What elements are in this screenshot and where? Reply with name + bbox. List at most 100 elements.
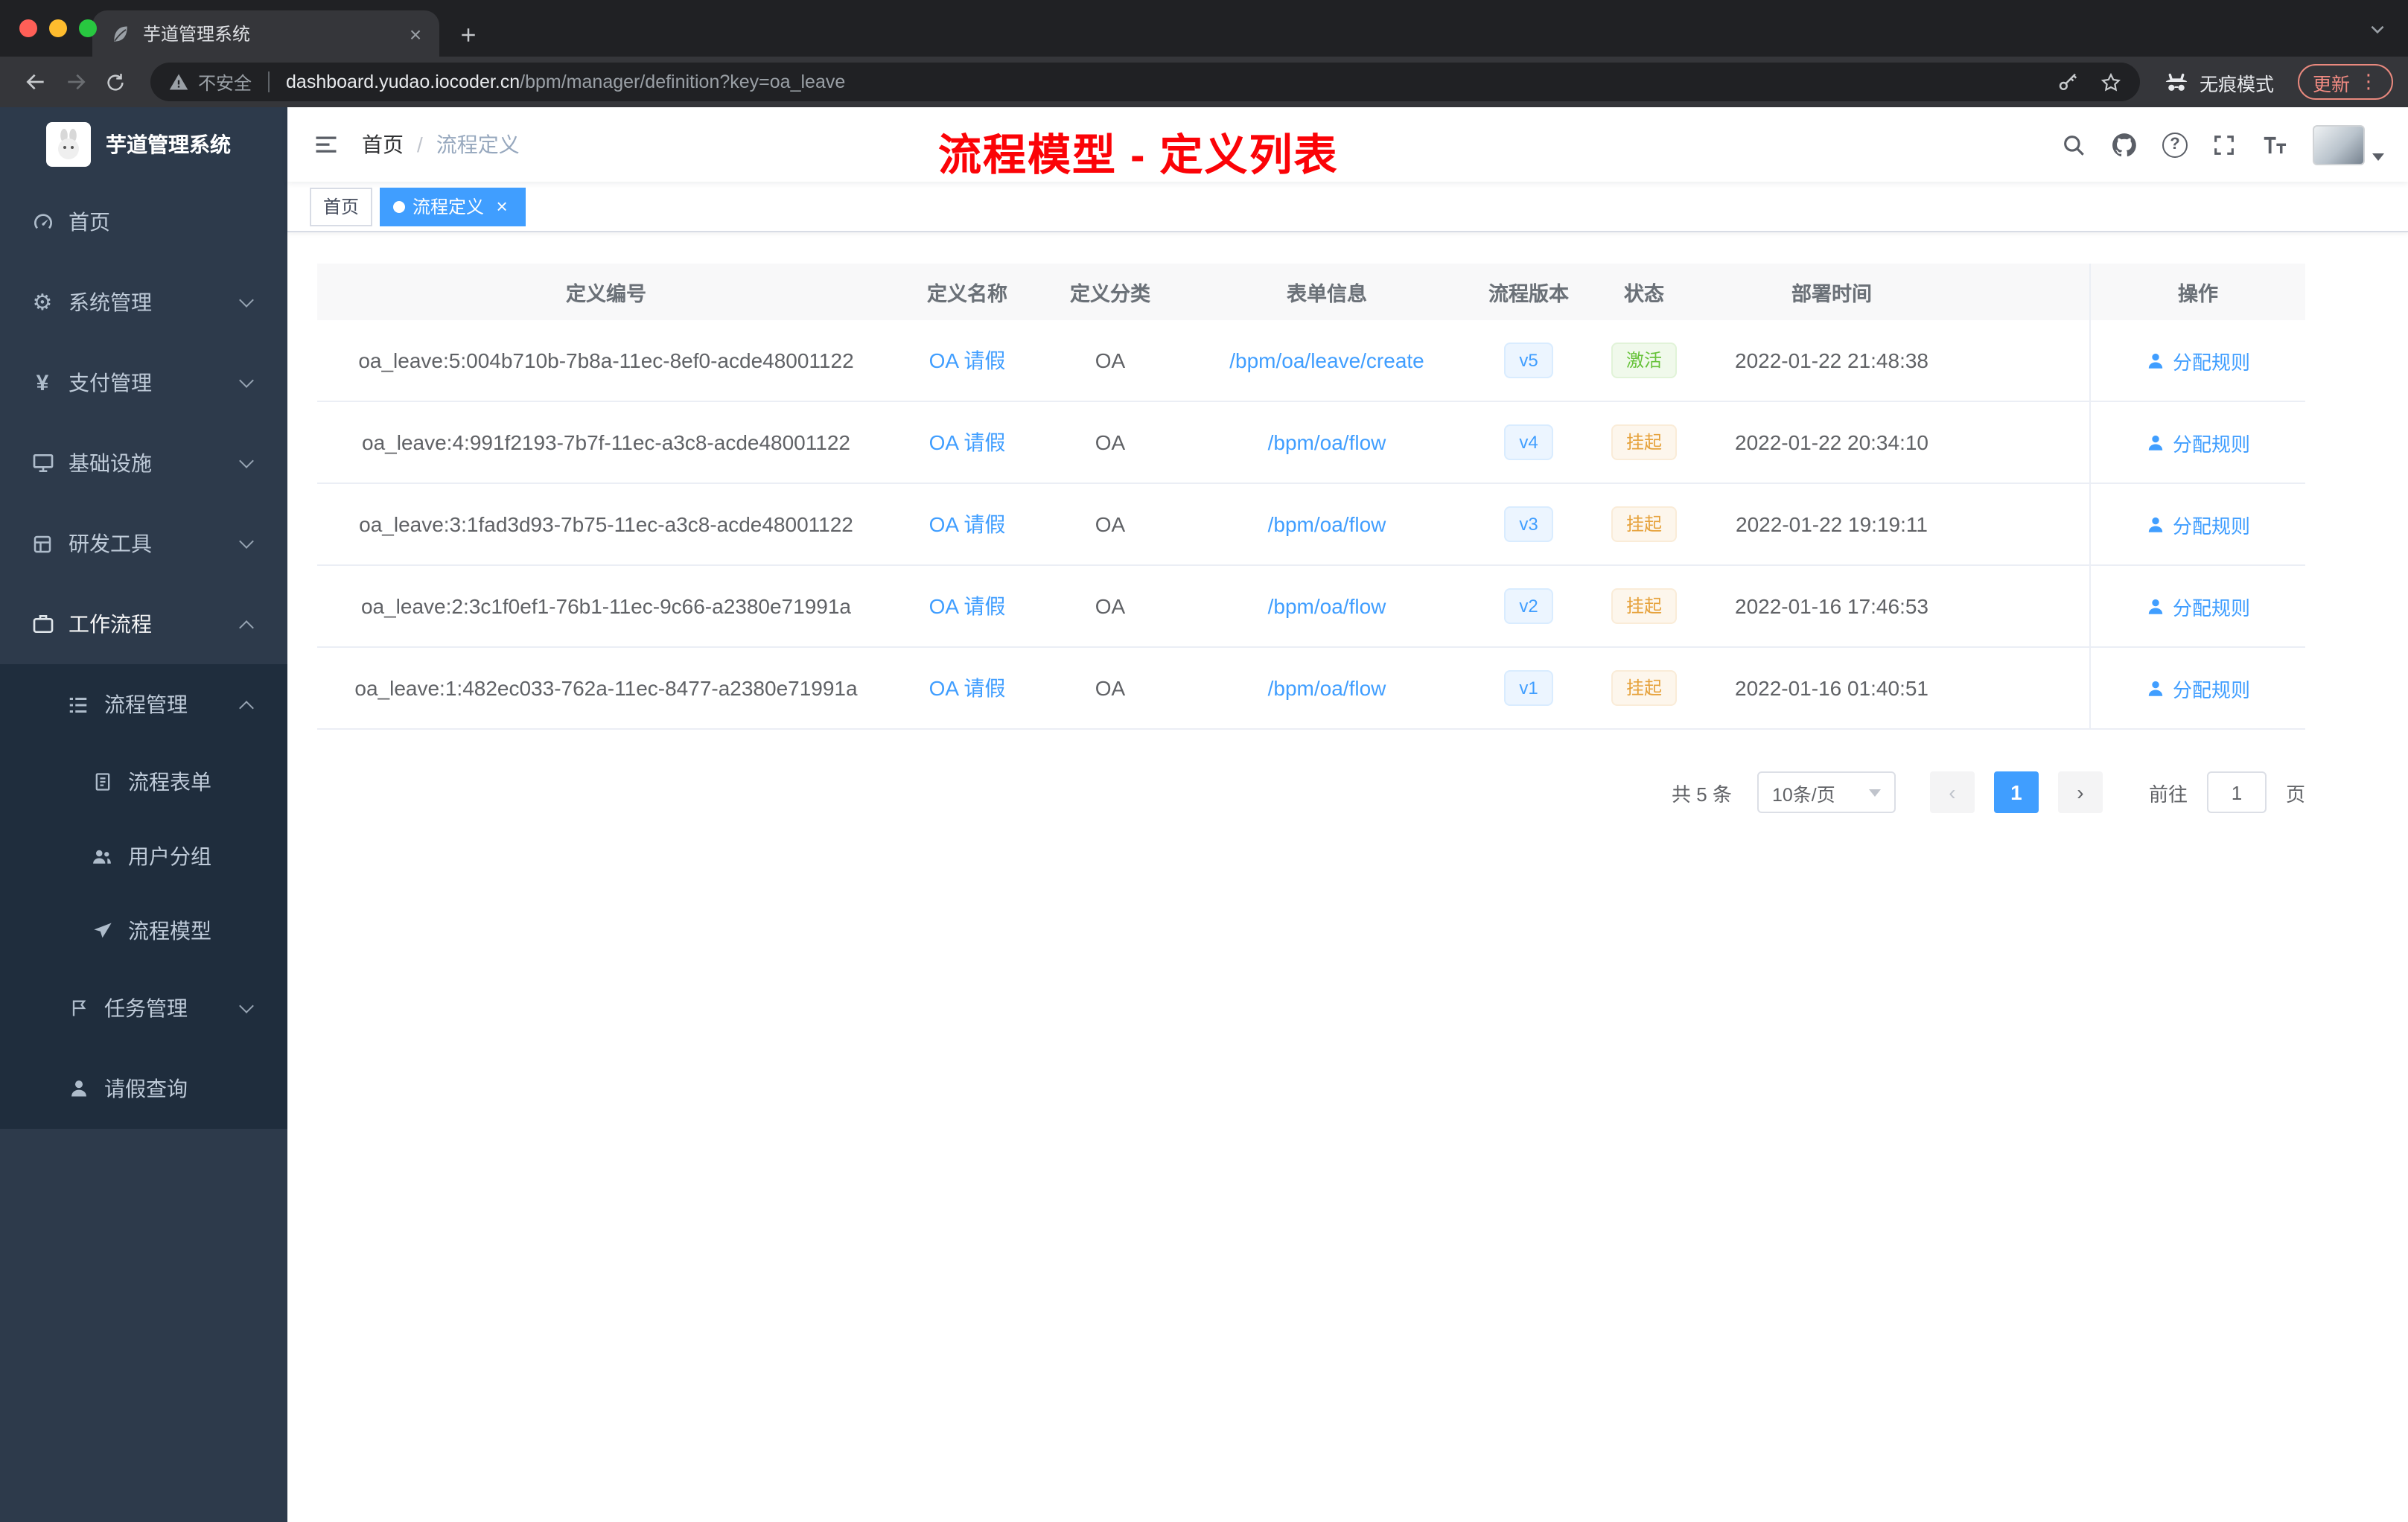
assign-rule-button[interactable]: 分配规则 — [2146, 346, 2250, 375]
category-cell: OA — [1095, 348, 1126, 372]
tags-view: 首页 流程定义 × — [287, 182, 2408, 232]
hamburger-icon[interactable] — [287, 131, 362, 158]
sidebar-item-devtools[interactable]: 研发工具 — [0, 503, 287, 584]
security-warning-icon[interactable] — [168, 71, 189, 92]
browser-toolbar: 不安全 dashboard.yudao.iocoder.cn/bpm/manag… — [0, 57, 2408, 107]
definition-name-link[interactable]: OA 请假 — [929, 591, 1006, 621]
update-chip[interactable]: 更新 ⋮ — [2297, 64, 2393, 100]
assign-rule-button[interactable]: 分配规则 — [2146, 428, 2250, 456]
sidebar-item-process-model[interactable]: 流程模型 — [0, 894, 287, 968]
reload-button[interactable] — [95, 63, 136, 101]
url-path: /bpm/manager/definition?key=oa_leave — [520, 71, 846, 92]
chevron-up-icon — [239, 700, 254, 715]
page-number-button[interactable]: 1 — [1993, 771, 2039, 813]
column-header: 定义分类 — [1070, 283, 1150, 305]
table-row: oa_leave:3:1fad3d93-7b75-11ec-a3c8-acde4… — [317, 484, 2305, 566]
sidebar-item-payment[interactable]: ¥ 支付管理 — [0, 343, 287, 423]
definition-name-link[interactable]: OA 请假 — [929, 509, 1006, 539]
fullscreen-icon[interactable] — [2211, 132, 2237, 157]
breadcrumb-home[interactable]: 首页 — [362, 130, 404, 159]
sidebar-item-task-management[interactable]: 任务管理 — [0, 968, 287, 1048]
definition-name-link[interactable]: OA 请假 — [929, 346, 1006, 375]
assign-rule-button[interactable]: 分配规则 — [2146, 510, 2250, 538]
deploy-time-cell: 2022-01-16 01:40:51 — [1735, 676, 1928, 700]
version-badge: v3 — [1504, 506, 1553, 542]
help-icon[interactable]: ? — [2162, 132, 2188, 157]
sidebar-item-workflow[interactable]: 工作流程 — [0, 584, 287, 664]
address-bar[interactable]: 不安全 dashboard.yudao.iocoder.cn/bpm/manag… — [150, 63, 2140, 101]
category-cell: OA — [1095, 676, 1126, 700]
list-icon — [66, 693, 91, 716]
definition-id-cell: oa_leave:1:482ec033-762a-11ec-8477-a2380… — [354, 676, 858, 700]
sidebar-item-label: 流程管理 — [104, 692, 188, 716]
sidebar-item-process-form[interactable]: 流程表单 — [0, 745, 287, 819]
person-icon — [2148, 516, 2163, 532]
page-size-select[interactable]: 10条/页 — [1756, 771, 1896, 813]
sidebar-logo[interactable]: 芋道管理系统 — [0, 107, 287, 182]
main-area: 首页 / 流程定义 流程模型 - 定义列表 ? 首页 流程定义 × 定义编号 定… — [287, 107, 2408, 1522]
category-cell: OA — [1095, 430, 1126, 454]
page-unit: 页 — [2285, 783, 2305, 805]
version-badge: v5 — [1504, 343, 1553, 378]
user-menu[interactable] — [2313, 124, 2384, 165]
users-icon — [89, 845, 115, 867]
goto-page-input[interactable] — [2206, 771, 2267, 813]
form-link[interactable]: /bpm/oa/leave/create — [1229, 348, 1424, 372]
browser-tab[interactable]: 芋道管理系统 × — [92, 10, 439, 57]
github-icon[interactable] — [2110, 130, 2138, 159]
browser-tab-strip: 芋道管理系统 × — [0, 0, 2408, 57]
prev-page-button[interactable]: ‹ — [1929, 771, 1975, 813]
form-link[interactable]: /bpm/oa/flow — [1268, 594, 1386, 618]
caret-down-icon — [2372, 153, 2384, 160]
url-text[interactable]: dashboard.yudao.iocoder.cn/bpm/manager/d… — [286, 71, 2036, 92]
tab-favicon-icon — [110, 23, 131, 44]
tab-search-icon[interactable] — [2368, 19, 2387, 39]
form-link[interactable]: /bpm/oa/flow — [1268, 676, 1386, 700]
form-link[interactable]: /bpm/oa/flow — [1268, 430, 1386, 454]
tag-label: 首页 — [323, 197, 360, 217]
font-size-icon[interactable] — [2261, 130, 2289, 159]
table-row: oa_leave:4:991f2193-7b7f-11ec-a3c8-acde4… — [317, 402, 2305, 484]
key-icon[interactable] — [2057, 71, 2079, 93]
workflow-submenu: 流程管理 流程表单 用户分组 流程模型 任务管理 请假查询 — [0, 664, 287, 1129]
definition-name-link[interactable]: OA 请假 — [929, 427, 1006, 457]
chevron-down-icon — [239, 293, 254, 308]
tag-process-definition[interactable]: 流程定义 × — [380, 187, 526, 226]
sidebar: 芋道管理系统 首页 ⚙ 系统管理 ¥ 支付管理 基础设施 研发工具 工作流程 流… — [0, 107, 287, 1522]
tag-home[interactable]: 首页 — [310, 187, 373, 226]
sidebar-item-user-group[interactable]: 用户分组 — [0, 819, 287, 894]
category-cell: OA — [1095, 594, 1126, 618]
column-header: 部署时间 — [1791, 283, 1872, 305]
assign-rule-button[interactable]: 分配规则 — [2146, 674, 2250, 702]
definition-id-cell: oa_leave:3:1fad3d93-7b75-11ec-a3c8-acde4… — [359, 512, 853, 536]
status-badge: 挂起 — [1611, 424, 1677, 460]
minimize-window-button[interactable] — [49, 19, 67, 37]
definition-name-link[interactable]: OA 请假 — [929, 673, 1006, 703]
forward-button[interactable] — [55, 63, 95, 101]
assign-rule-button[interactable]: 分配规则 — [2146, 592, 2250, 620]
bookmark-star-icon[interactable] — [2100, 71, 2122, 93]
header-actions: ? — [2061, 124, 2408, 165]
sidebar-item-leave-query[interactable]: 请假查询 — [0, 1048, 287, 1129]
table-header: 定义编号 定义名称 定义分类 表单信息 流程版本 状态 部署时间 操作 — [317, 264, 2305, 320]
back-button[interactable] — [15, 63, 55, 101]
sidebar-item-process-management[interactable]: 流程管理 — [0, 664, 287, 745]
sidebar-item-infrastructure[interactable]: 基础设施 — [0, 423, 287, 503]
close-window-button[interactable] — [19, 19, 37, 37]
zoom-window-button[interactable] — [79, 19, 97, 37]
url-divider — [268, 71, 270, 92]
tag-close-icon[interactable]: × — [491, 195, 512, 217]
sidebar-item-system[interactable]: ⚙ 系统管理 — [0, 262, 287, 343]
form-link[interactable]: /bpm/oa/flow — [1268, 512, 1386, 536]
status-badge: 激活 — [1611, 343, 1677, 378]
tab-close-icon[interactable]: × — [404, 22, 427, 45]
search-icon[interactable] — [2061, 132, 2086, 157]
browser-menu-icon[interactable]: ⋮ — [2359, 70, 2378, 94]
tab-title: 芋道管理系统 — [143, 24, 251, 45]
paper-plane-icon — [89, 920, 115, 941]
column-header: 定义名称 — [927, 283, 1007, 305]
next-page-button[interactable]: › — [2057, 771, 2103, 813]
new-tab-button[interactable] — [457, 24, 480, 46]
sidebar-item-home[interactable]: 首页 — [0, 182, 287, 262]
